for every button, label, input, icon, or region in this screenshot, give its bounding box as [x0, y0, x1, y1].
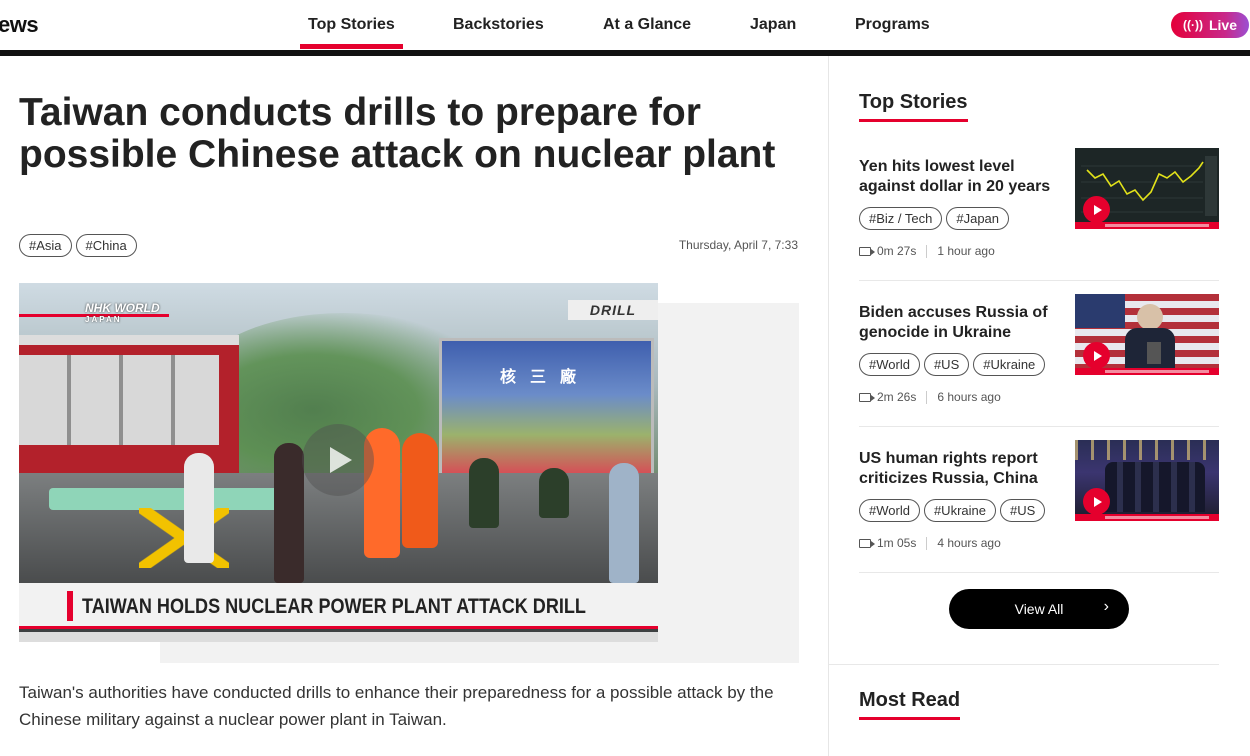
story-time: 6 hours ago: [937, 390, 1001, 404]
story-duration: 1m 05s: [877, 536, 917, 550]
crowd-silhouettes: [1105, 462, 1205, 512]
video-scene-person: [274, 443, 304, 583]
video-camera-icon: [859, 538, 875, 548]
tag-japan[interactable]: #Japan: [946, 207, 1010, 230]
tag-asia[interactable]: #Asia: [19, 234, 72, 257]
story-tags: #World #Ukraine #US: [859, 499, 1046, 522]
story-card[interactable]: Biden accuses Russia of genocide in Ukra…: [859, 294, 1219, 427]
article-tags: #Asia #China: [19, 234, 137, 257]
video-scene-billboard: 核三廠: [439, 338, 654, 478]
thumbnail-caption-strip: [1075, 222, 1219, 229]
story-title[interactable]: Yen hits lowest level against dollar in …: [859, 157, 1064, 197]
story-tags: #Biz / Tech #Japan: [859, 207, 1010, 230]
video-scene-person: [184, 453, 214, 563]
nhk-world-logo-text: NHK WORLD: [85, 301, 160, 315]
tag-world[interactable]: #World: [859, 353, 920, 376]
story-title[interactable]: Biden accuses Russia of genocide in Ukra…: [859, 303, 1064, 343]
story-duration: 2m 26s: [877, 390, 917, 404]
site-header: ews Top Stories Backstories At a Glance …: [0, 0, 1250, 52]
video-player[interactable]: 核三廠 NHK WORLD JAPAN DRILL TAIWAN HOLDS N…: [19, 283, 658, 642]
story-thumbnail[interactable]: [1075, 440, 1219, 521]
play-icon[interactable]: [1083, 342, 1110, 369]
story-time: 1 hour ago: [937, 244, 995, 258]
story-meta: 0m 27s 1 hour ago: [859, 244, 995, 258]
tag-us[interactable]: #US: [923, 353, 970, 376]
podium: [1147, 342, 1161, 364]
video-caption-bar: TAIWAN HOLDS NUCLEAR POWER PLANT ATTACK …: [19, 583, 658, 629]
video-caption: TAIWAN HOLDS NUCLEAR POWER PLANT ATTACK …: [82, 595, 586, 618]
tag-biz-tech[interactable]: #Biz / Tech: [859, 207, 943, 230]
video-bottom-strip: [19, 632, 658, 642]
thumbnail-caption-strip: [1075, 368, 1219, 375]
story-title[interactable]: US human rights report criticizes Russia…: [859, 449, 1064, 489]
play-icon: [330, 447, 352, 473]
story-card[interactable]: Yen hits lowest level against dollar in …: [859, 148, 1219, 281]
live-label: Live: [1208, 17, 1237, 33]
story-time: 4 hours ago: [937, 536, 1001, 550]
article-headline: Taiwan conducts drills to prepare for po…: [19, 91, 776, 176]
nav-top-stories[interactable]: Top Stories: [300, 16, 403, 49]
speaker-head: [1137, 304, 1163, 330]
story-meta: 2m 26s 6 hours ago: [859, 390, 1001, 404]
nav-japan[interactable]: Japan: [750, 16, 796, 34]
live-button[interactable]: ((·)) Live: [1171, 12, 1249, 38]
video-camera-icon: [859, 392, 875, 402]
meta-separator: [926, 536, 928, 550]
video-play-button[interactable]: [302, 424, 374, 496]
story-thumbnail[interactable]: [1075, 148, 1219, 229]
nhk-world-logo: NHK WORLD JAPAN: [85, 301, 160, 325]
tag-ukraine[interactable]: #Ukraine: [923, 499, 996, 522]
article-date: Thursday, April 7, 7:33: [678, 238, 798, 252]
nav-programs[interactable]: Programs: [855, 16, 930, 34]
view-all-label: View All: [1014, 601, 1064, 617]
sidebar-divider: [829, 664, 1219, 665]
tag-china[interactable]: #China: [75, 234, 137, 257]
billboard-text: 核三廠: [500, 369, 591, 386]
top-stories-heading: Top Stories: [859, 91, 968, 122]
video-scene-stretcher: [49, 488, 289, 510]
play-icon[interactable]: [1083, 196, 1110, 223]
thumbnail-caption-strip: [1075, 514, 1219, 521]
nav-backstories[interactable]: Backstories: [453, 16, 544, 34]
video-scene-hazmat-suit: [402, 433, 438, 548]
story-tags: #World #US #Ukraine: [859, 353, 1046, 376]
flag-canton: [1075, 294, 1125, 328]
video-scene-person: [469, 458, 499, 528]
story-meta: 1m 05s 4 hours ago: [859, 536, 1001, 550]
play-icon[interactable]: [1083, 488, 1110, 515]
broadcast-icon: ((·)): [1183, 18, 1203, 32]
story-card[interactable]: US human rights report criticizes Russia…: [859, 440, 1219, 573]
drill-badge: DRILL: [568, 300, 658, 320]
story-thumbnail[interactable]: [1075, 294, 1219, 375]
most-read-heading: Most Read: [859, 689, 961, 720]
chevron-right-icon: ›: [1103, 598, 1109, 615]
story-duration: 0m 27s: [877, 244, 917, 258]
video-scene-person: [609, 463, 639, 583]
view-all-button[interactable]: View All ›: [949, 589, 1129, 629]
tag-us[interactable]: #US: [999, 499, 1046, 522]
meta-separator: [926, 390, 928, 404]
nhk-world-logo-sub: JAPAN: [85, 315, 122, 324]
tag-world[interactable]: #World: [859, 499, 920, 522]
crowd-lights: [1075, 440, 1219, 460]
sidebar: Top Stories Yen hits lowest level agains…: [829, 56, 1250, 756]
site-logo[interactable]: ews: [0, 12, 39, 38]
article: Taiwan conducts drills to prepare for po…: [0, 56, 828, 756]
video-camera-icon: [859, 246, 875, 256]
nav-at-a-glance[interactable]: At a Glance: [603, 16, 691, 34]
tag-ukraine[interactable]: #Ukraine: [973, 353, 1046, 376]
meta-separator: [926, 244, 928, 258]
article-summary: Taiwan's authorities have conducted dril…: [19, 683, 774, 729]
video-scene-person: [539, 468, 569, 518]
caption-accent: [67, 591, 73, 621]
